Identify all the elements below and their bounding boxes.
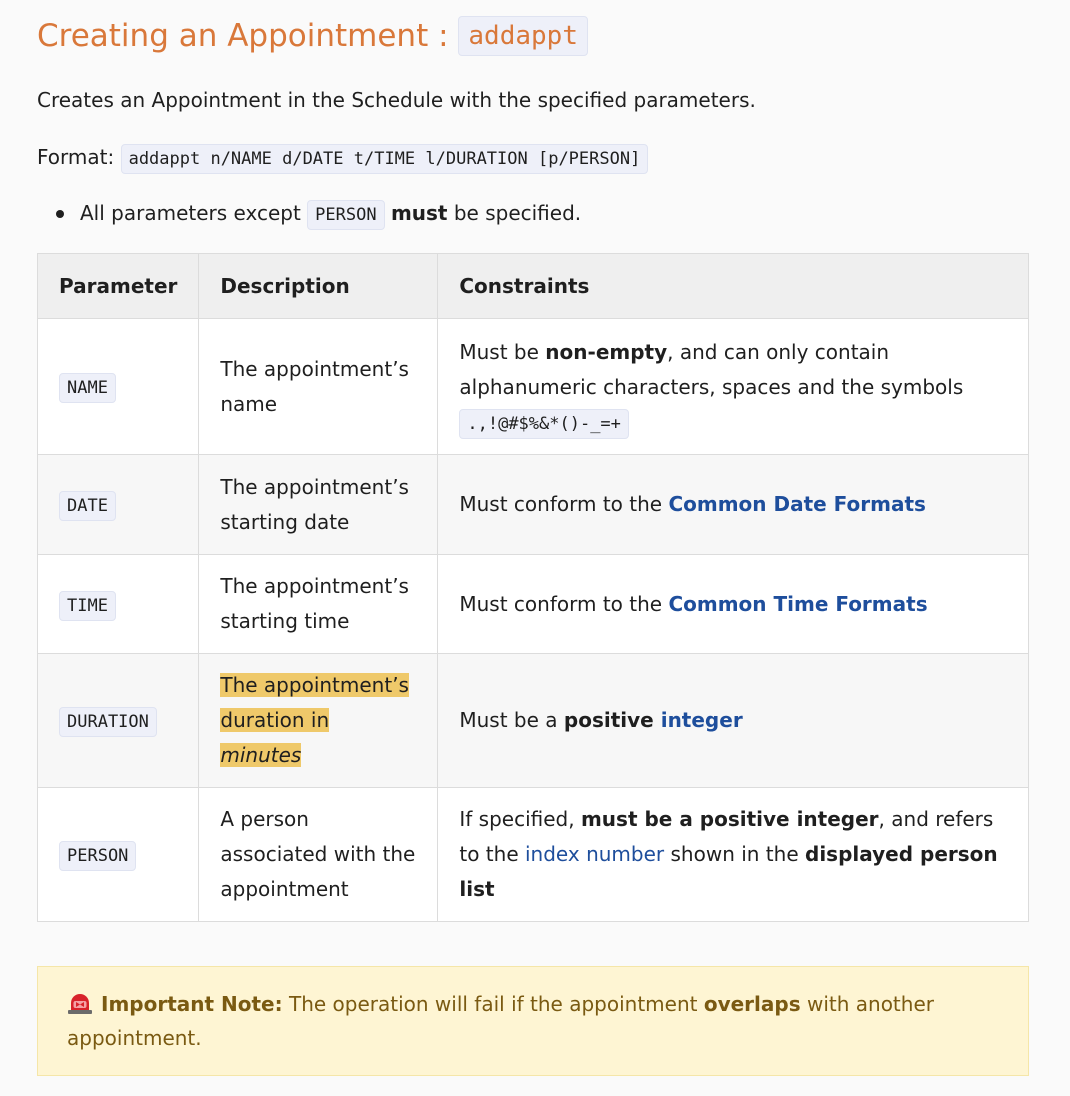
page-title-text: Creating an Appointment : xyxy=(37,18,459,54)
format-line: Format: addappt n/NAME d/DATE t/TIME l/D… xyxy=(37,140,649,174)
param-code: NAME xyxy=(59,373,116,403)
format-code: addappt n/NAME d/DATE t/TIME l/DURATION … xyxy=(120,144,649,174)
command-code: addappt xyxy=(458,16,588,56)
param-cell: DURATION xyxy=(36,653,200,788)
desc-cell: The appointment’s starting time xyxy=(198,554,439,654)
constraint-text: If specified, xyxy=(459,807,581,831)
overlaps-bold: overlaps xyxy=(703,992,801,1016)
constraint-cell: Must be a positive integer xyxy=(437,653,1029,788)
desc-cell: The appointment’s starting date xyxy=(198,454,439,555)
header-parameter: Parameter xyxy=(36,253,200,319)
param-code: DATE xyxy=(59,491,116,521)
index-number-link[interactable]: index number xyxy=(525,842,664,866)
constraint-bold: positive xyxy=(563,708,654,732)
must-bold: must xyxy=(390,201,448,225)
siren-icon xyxy=(68,994,92,1014)
integer-link[interactable]: integer xyxy=(654,708,743,732)
table-row: DATE The appointment’s starting date Mus… xyxy=(36,454,1029,555)
constraint-text: Must conform to the xyxy=(459,492,669,516)
constraint-text: Must be xyxy=(459,340,546,364)
bullet-text-end: be specified. xyxy=(447,201,582,225)
param-code: PERSON xyxy=(59,841,137,871)
page: Creating an Appointment : addappt Create… xyxy=(0,0,1070,1096)
parameter-table: Parameter Description Constraints NAME T… xyxy=(36,253,1029,922)
param-code: TIME xyxy=(59,590,116,621)
time-formats-link[interactable]: Common Time Formats xyxy=(668,592,927,616)
symbols-code: .,!@#$%&*()-_=+ xyxy=(459,409,629,439)
param-cell: DATE xyxy=(36,454,200,555)
list-item: All parameters except PERSON must be spe… xyxy=(37,196,581,230)
desc-cell: The appointment’s duration in minutes xyxy=(198,653,439,788)
table-row: TIME The appointment’s starting time Mus… xyxy=(36,554,1029,654)
constraint-text: Must conform to the xyxy=(459,591,669,616)
header-constraints: Constraints xyxy=(437,253,1029,319)
constraint-text: Must be a xyxy=(459,708,564,732)
constraint-cell: If specified, must be a positive integer… xyxy=(437,787,1029,922)
table-header-row: Parameter Description Constraints xyxy=(36,253,1029,319)
desc-cell: A person associated with the appointment xyxy=(198,787,439,922)
duration-desc: The appointment’s duration in xyxy=(220,673,409,732)
constraint-cell: Must be non-empty, and can only contain … xyxy=(437,318,1029,455)
table-row: NAME The appointment’s name Must be non-… xyxy=(36,318,1029,455)
table-row: DURATION The appointment’s duration in m… xyxy=(36,653,1029,788)
note-label: Important Note: xyxy=(101,992,283,1016)
bullet-dot xyxy=(56,210,64,218)
param-code: DURATION xyxy=(59,707,157,737)
requirements-list: All parameters except PERSON must be spe… xyxy=(37,196,581,230)
format-label: Format: xyxy=(37,145,121,169)
bullet-text: All parameters except xyxy=(80,201,308,225)
constraint-cell: Must conform to the Common Date Formats xyxy=(437,454,1029,555)
param-cell: TIME xyxy=(36,554,200,654)
param-cell: NAME xyxy=(36,318,200,455)
param-cell: PERSON xyxy=(36,787,200,922)
highlighted-text: The appointment’s duration in minutes xyxy=(220,673,409,767)
description: Creates an Appointment in the Schedule w… xyxy=(37,88,756,112)
table-row: PERSON A person associated with the appo… xyxy=(36,787,1029,922)
constraint-cell: Must conform to the Common Time Formats xyxy=(437,554,1029,654)
date-formats-link[interactable]: Common Date Formats xyxy=(668,492,925,516)
header-description: Description xyxy=(198,253,439,319)
constraint-bold: non-empty xyxy=(545,340,668,364)
minutes-em: minutes xyxy=(220,743,302,767)
note-text: The operation will fail if the appointme… xyxy=(282,992,704,1016)
important-note-box: Important Note: The operation will fail … xyxy=(37,966,1029,1076)
desc-cell: The appointment’s name xyxy=(198,318,439,455)
page-title: Creating an Appointment : addappt xyxy=(37,12,588,60)
constraint-bold: must be a positive integer xyxy=(580,807,879,831)
person-code: PERSON xyxy=(307,200,385,230)
constraint-text-mid2: shown in the xyxy=(664,842,805,866)
